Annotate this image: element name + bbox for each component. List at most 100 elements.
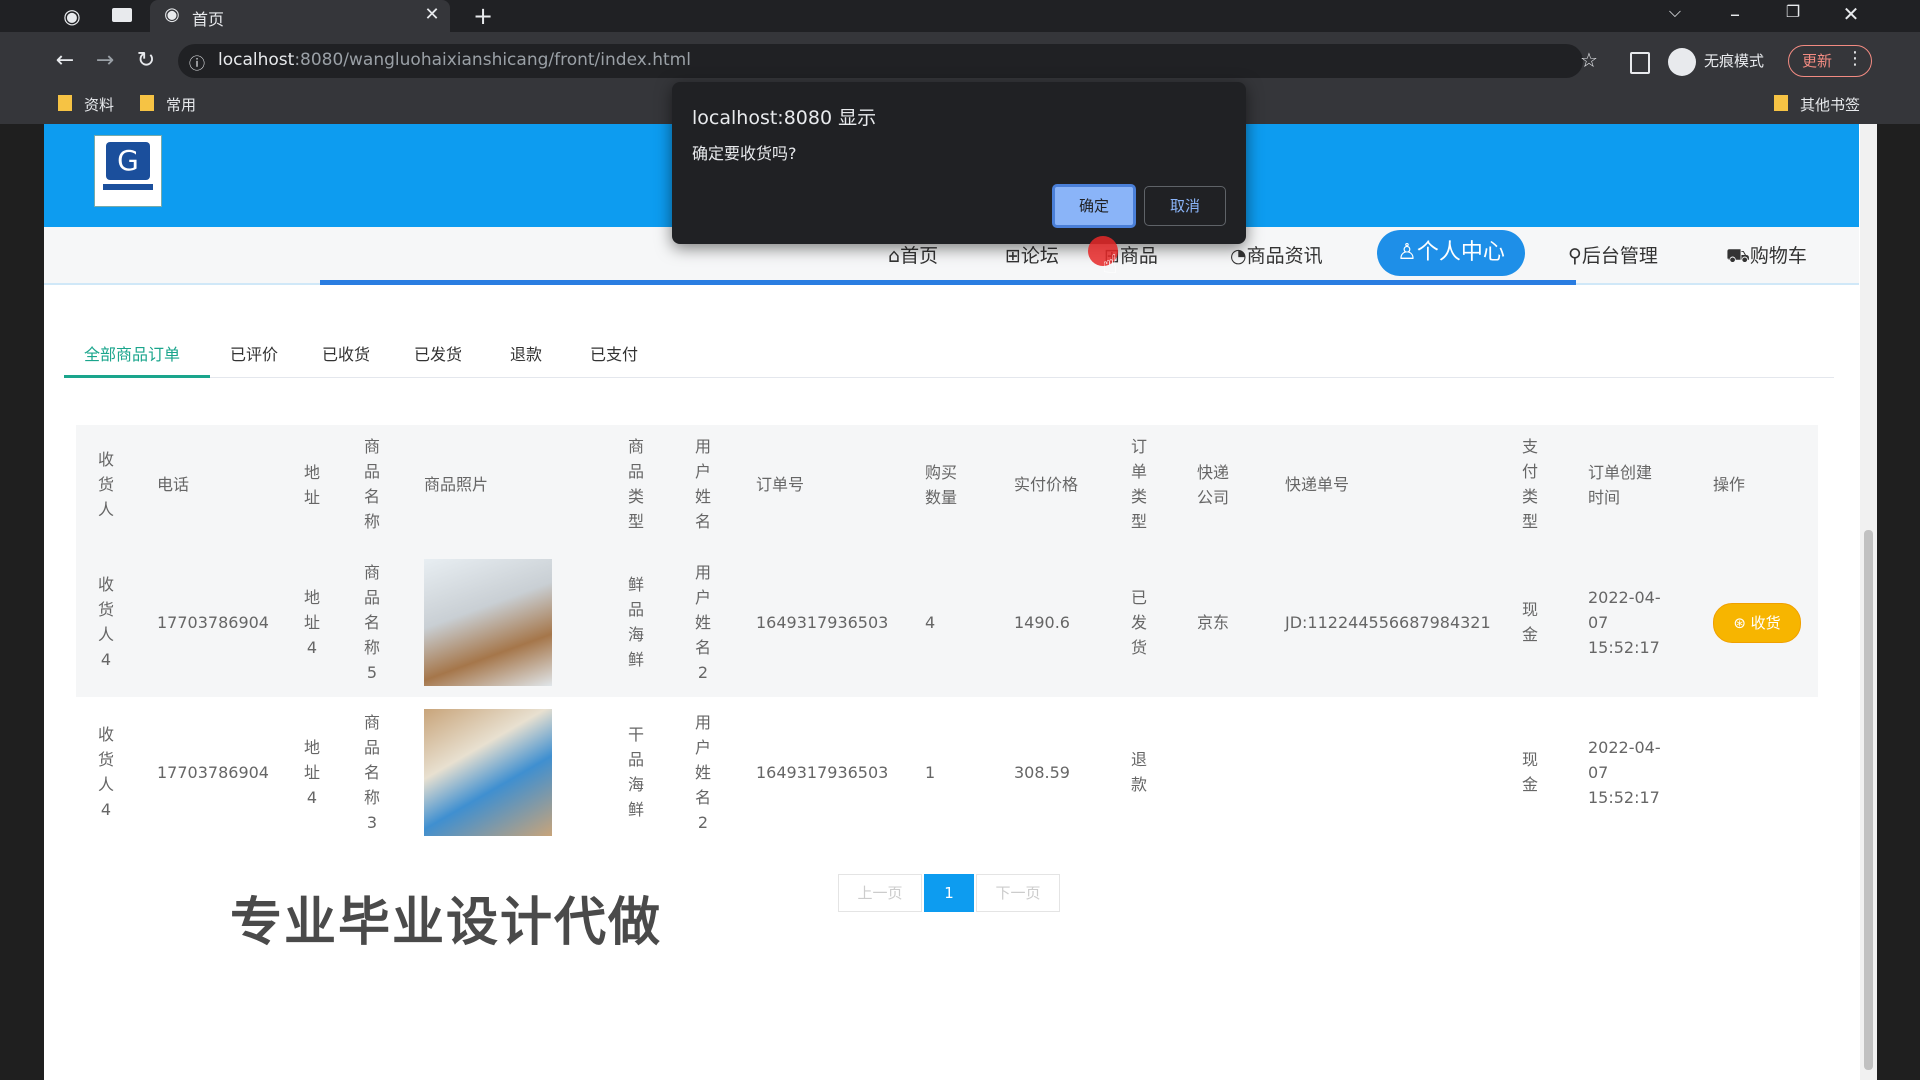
cell-user-name: 用户姓名2	[694, 713, 711, 832]
cell-pay-type: 现金	[1521, 600, 1538, 644]
col-header-user-name: 用户姓名	[694, 437, 711, 531]
bookmark-star-icon[interactable]: ☆	[1576, 48, 1602, 74]
nav-item-personal-center[interactable]: ♙个人中心	[1377, 230, 1525, 276]
logo-caption-bar	[103, 184, 153, 190]
tab-search-icon[interactable]	[112, 8, 132, 22]
tabs-divider	[64, 377, 1834, 378]
dialog-message: 确定要收货吗?	[692, 144, 797, 163]
cart-icon: ⛟	[1726, 245, 1750, 267]
page-scrollbar-thumb[interactable]	[1864, 530, 1873, 1070]
close-tab-icon[interactable]: ✕	[420, 4, 444, 28]
cell-price: 308.59	[1014, 763, 1070, 782]
forum-icon: ⊞	[1005, 245, 1021, 267]
nav-item-home[interactable]: ⌂首页	[888, 241, 938, 268]
incognito-label: 无痕模式	[1704, 52, 1765, 70]
tab-favicon-icon: ◉	[164, 4, 180, 25]
page-1-button[interactable]: 1	[924, 874, 974, 912]
nav-item-admin[interactable]: ⚲后台管理	[1568, 241, 1658, 268]
other-bookmarks[interactable]: 其他书签	[1800, 94, 1860, 115]
prev-page-button[interactable]: 上一页	[838, 874, 922, 912]
col-header-phone: 电话	[157, 475, 190, 494]
nav-products-label: 商品	[1119, 245, 1158, 267]
minimize-icon[interactable]: –	[1722, 2, 1748, 28]
active-tab-indicator	[64, 375, 210, 378]
nav-item-cart[interactable]: ⛟购物车	[1726, 241, 1807, 270]
nav-item-forum[interactable]: ⊞论坛	[1005, 241, 1059, 268]
dialog-cancel-button[interactable]: 取消	[1144, 186, 1226, 226]
nav-item-news[interactable]: ◔商品资讯	[1230, 241, 1323, 268]
col-header-tracking-no: 快递单号	[1285, 475, 1350, 494]
tab-refund[interactable]: 退款	[510, 341, 542, 365]
cell-created: 2022-04-07 15:52:17	[1588, 738, 1661, 807]
col-header-product-name: 商品名称	[363, 437, 380, 531]
receive-icon: ⊛	[1733, 614, 1751, 632]
cell-product-type: 干品海鲜	[627, 725, 644, 819]
tab-reviewed[interactable]: 已评价	[230, 341, 278, 365]
nav-home-label: 首页	[900, 245, 939, 267]
cell-product-name: 商品名称5	[363, 563, 380, 682]
col-header-product-photo: 商品照片	[424, 475, 489, 494]
browser-globe-icon[interactable]: ◉	[60, 4, 84, 28]
home-icon: ⌂	[888, 245, 901, 267]
new-tab-icon[interactable]: +	[470, 2, 496, 30]
url-text[interactable]: localhost:8080/wangluohaixianshicang/fro…	[218, 50, 691, 70]
incognito-avatar-icon[interactable]	[1668, 48, 1696, 76]
dialog-ok-button[interactable]: 确定	[1052, 184, 1136, 228]
forward-icon[interactable]: →	[92, 48, 118, 74]
cell-pay-type: 现金	[1521, 750, 1538, 794]
cell-address: 地址4	[303, 738, 320, 807]
col-header-price: 实付价格	[1014, 475, 1079, 494]
cell-phone: 17703786904	[157, 763, 269, 782]
back-icon[interactable]: ←	[52, 48, 78, 74]
cell-order-type: 退款	[1130, 750, 1147, 794]
col-header-created: 订单创建时间	[1588, 463, 1653, 507]
bookmark-folder-1[interactable]: 资料	[84, 94, 114, 115]
tab-list-chevron-icon[interactable]: ⌵	[1662, 2, 1688, 28]
cell-created: 2022-04-07 15:52:17	[1588, 588, 1661, 657]
col-header-action: 操作	[1713, 475, 1746, 494]
receive-label: 收货	[1750, 614, 1781, 632]
bookmark-folder-2[interactable]: 常用	[166, 94, 196, 115]
nav-underline	[320, 280, 1576, 285]
col-header-pay-type: 支付类型	[1521, 437, 1538, 531]
tab-paid[interactable]: 已支付	[590, 341, 638, 365]
product-photo[interactable]	[424, 709, 552, 836]
nav-forum-label: 论坛	[1020, 245, 1059, 267]
cell-receiver: 收货人4	[97, 575, 114, 669]
bookmark-folder-icon	[58, 95, 72, 111]
tab-title: 首页	[192, 10, 225, 29]
cell-product-name: 商品名称3	[363, 713, 380, 832]
cell-receiver: 收货人4	[97, 725, 114, 819]
browser-menu-icon[interactable]: ⋮	[1846, 48, 1864, 74]
receive-button[interactable]: ⊛ 收货	[1713, 603, 1801, 643]
nav-cart-label: 购物车	[1749, 245, 1807, 267]
reload-icon[interactable]: ↻	[133, 48, 159, 74]
cell-user-name: 用户姓名2	[694, 563, 711, 682]
tab-shipped[interactable]: 已发货	[414, 341, 462, 365]
nav-admin-label: 后台管理	[1581, 245, 1658, 267]
close-window-icon[interactable]: ✕	[1838, 2, 1864, 28]
cell-quantity: 1	[925, 763, 936, 782]
logo-mark-icon: G	[106, 142, 150, 180]
hand-cursor-icon: ☝	[1102, 250, 1118, 280]
cell-tracking-no: JD:112244556687984321	[1285, 613, 1491, 632]
url-path: :8080/wangluohaixianshicang/front/index.…	[294, 50, 691, 70]
col-header-quantity: 购买数量	[925, 463, 958, 507]
cell-quantity: 4	[925, 613, 936, 632]
watermark-text: 专业毕业设计代做	[230, 893, 663, 953]
table-row	[76, 697, 1818, 847]
next-page-button[interactable]: 下一页	[976, 874, 1060, 912]
col-header-receiver: 收货人	[97, 450, 114, 519]
restore-icon[interactable]: ❐	[1780, 2, 1806, 28]
tab-received[interactable]: 已收货	[322, 341, 370, 365]
cell-address: 地址4	[303, 588, 320, 657]
product-photo[interactable]	[424, 559, 552, 686]
site-logo[interactable]: G	[94, 135, 162, 207]
side-panel-icon[interactable]	[1630, 52, 1650, 74]
cell-product-type: 鲜品海鲜	[627, 575, 644, 669]
nav-personal-label: 个人中心	[1416, 240, 1505, 265]
tab-all-orders[interactable]: 全部商品订单	[84, 341, 180, 365]
site-info-icon[interactable]: ⓘ	[186, 50, 208, 73]
cell-phone: 17703786904	[157, 613, 269, 632]
cell-price: 1490.6	[1014, 613, 1070, 632]
